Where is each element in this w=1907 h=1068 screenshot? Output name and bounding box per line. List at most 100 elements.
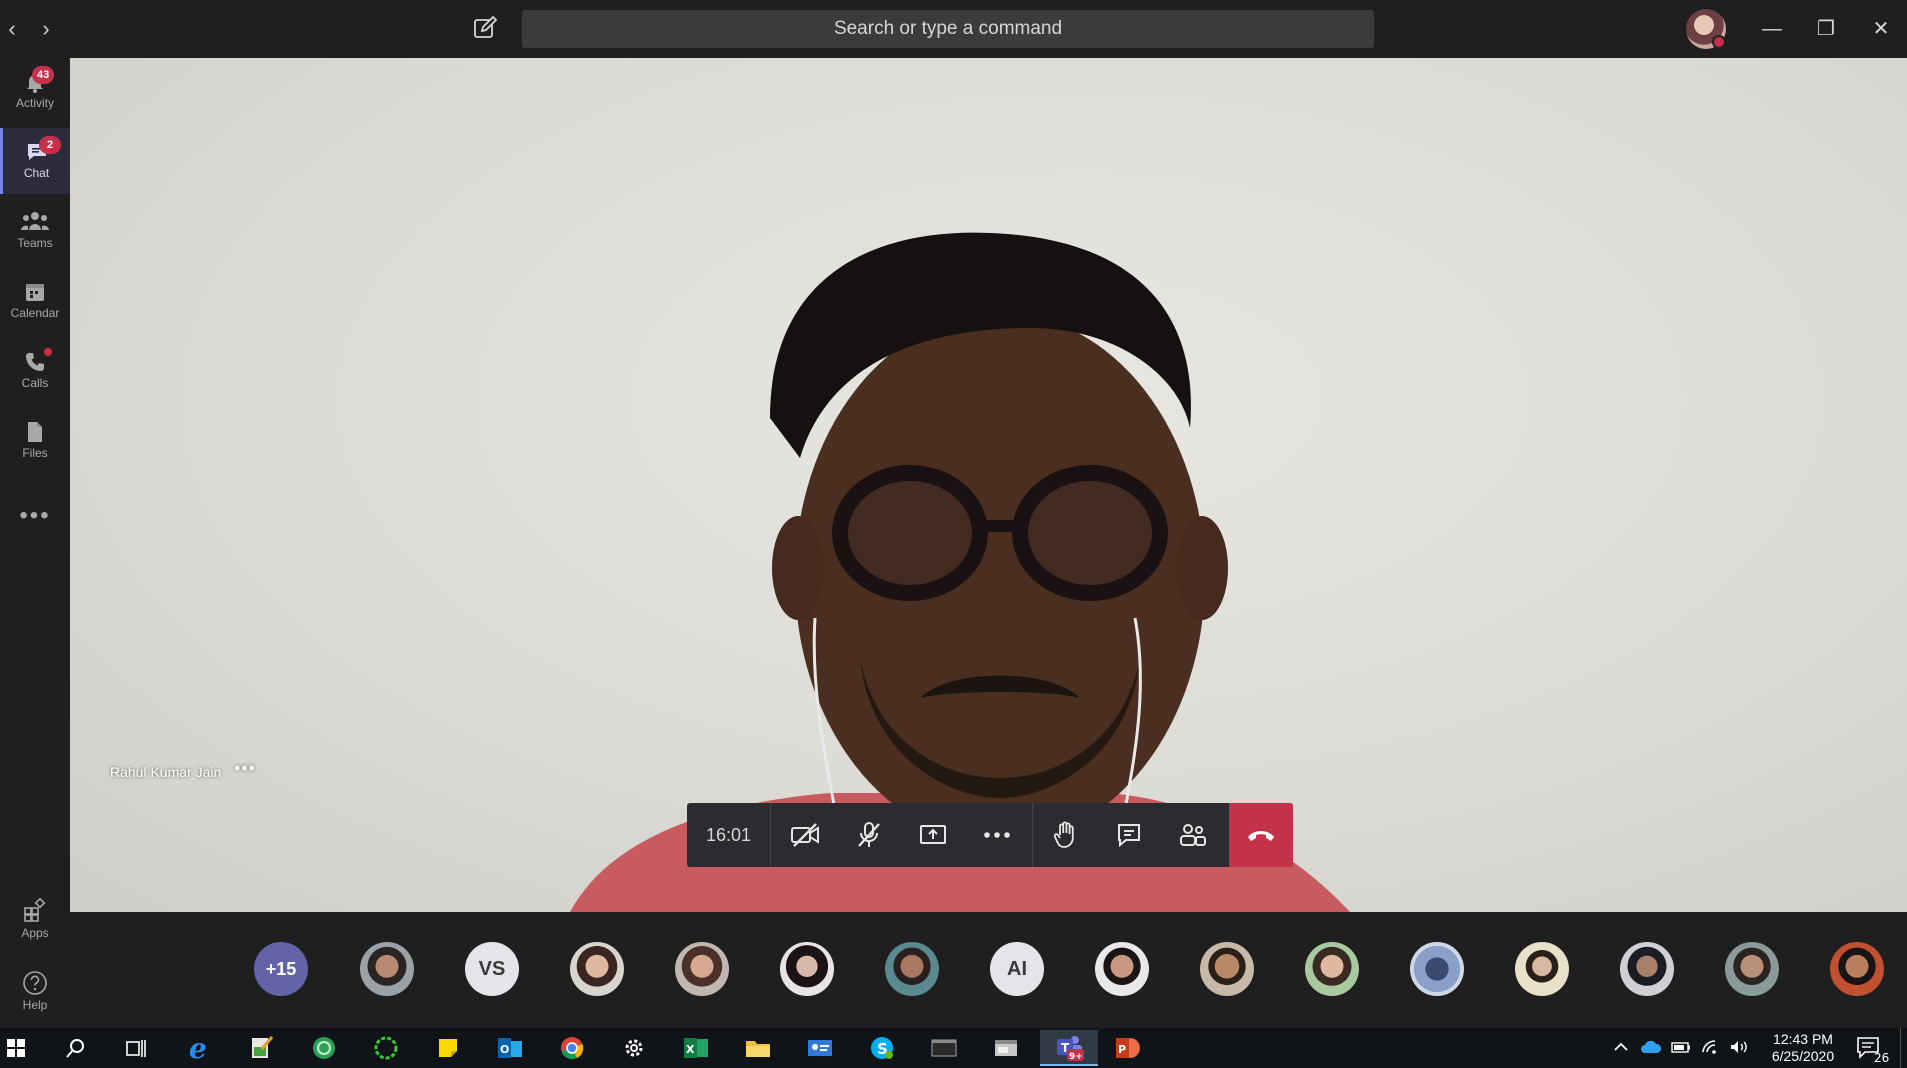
close-button[interactable]: ✕	[1861, 12, 1901, 46]
taskbar-skype[interactable]: S	[866, 1032, 898, 1064]
taskbar-app-paint[interactable]	[245, 1032, 277, 1064]
taskbar-settings[interactable]	[618, 1032, 650, 1064]
participant-avatar[interactable]	[675, 942, 729, 996]
mic-toggle-button[interactable]	[837, 803, 901, 867]
taskbar-app-green[interactable]	[308, 1032, 340, 1064]
chrome-icon	[561, 1037, 584, 1060]
rail-item-calls[interactable]: Calls	[0, 338, 70, 404]
participant-video	[570, 232, 1350, 912]
start-button[interactable]	[0, 1032, 32, 1064]
notification-count: 26	[1874, 1051, 1889, 1064]
sticky-notes-icon	[439, 1039, 457, 1057]
restore-button[interactable]: ❐	[1806, 12, 1846, 46]
participant-avatar[interactable]	[1095, 942, 1149, 996]
raise-hand-button[interactable]	[1033, 803, 1097, 867]
battery-tray-icon[interactable]	[1670, 1038, 1692, 1059]
svg-text:e: e	[189, 1034, 207, 1062]
participant-avatar[interactable]	[1200, 942, 1254, 996]
taskbar-edge-app[interactable]: e	[184, 1032, 216, 1064]
svg-text:P: P	[1118, 1043, 1126, 1056]
onedrive-tray-icon[interactable]	[1640, 1038, 1662, 1059]
taskbar-teams[interactable]: T 9+	[1040, 1030, 1098, 1066]
forward-button[interactable]: ›	[34, 14, 58, 44]
show-desktop-button[interactable]	[1900, 1028, 1907, 1068]
powerpoint-icon: P	[1116, 1038, 1140, 1058]
battery-icon	[1671, 1042, 1690, 1053]
rail-item-apps[interactable]: Apps	[0, 898, 70, 940]
rail-item-help[interactable]: Help	[0, 970, 70, 1012]
action-center-button[interactable]: 26	[1856, 1034, 1892, 1067]
camera-off-icon	[791, 823, 819, 847]
taskbar-excel[interactable]: X	[680, 1032, 712, 1064]
show-hidden-icons-button[interactable]	[1612, 1038, 1630, 1059]
taskbar-terminal[interactable]	[928, 1032, 960, 1064]
participant-avatar[interactable]	[570, 942, 624, 996]
participant-avatar[interactable]	[1515, 942, 1569, 996]
rail-item-label: Files	[22, 446, 48, 460]
participant-avatar[interactable]	[1410, 942, 1464, 996]
participant-avatar[interactable]: VS	[465, 942, 519, 996]
rail-item-calendar[interactable]: Calendar	[0, 268, 70, 334]
taskbar-app-ring[interactable]	[370, 1032, 402, 1064]
taskbar-outlook[interactable]: O	[494, 1032, 526, 1064]
new-chat-icon[interactable]	[472, 15, 498, 41]
taskbar-powerpoint[interactable]: P	[1112, 1032, 1144, 1064]
rail-item-activity[interactable]: 43 Activity	[0, 58, 70, 124]
outlook-icon: O	[498, 1038, 522, 1058]
speaker-icon	[1731, 1041, 1747, 1053]
rail-item-label: Activity	[15, 96, 54, 110]
app-icon	[313, 1037, 335, 1059]
rail-item-teams[interactable]: Teams	[0, 198, 70, 264]
minimize-button[interactable]: —	[1752, 12, 1792, 46]
participant-avatar[interactable]: AI	[990, 942, 1044, 996]
share-screen-button[interactable]	[901, 803, 965, 867]
participant-avatar[interactable]	[780, 942, 834, 996]
taskbar-app-window[interactable]	[990, 1032, 1022, 1064]
rail-item-files[interactable]: Files	[0, 408, 70, 474]
wifi-tray-icon[interactable]	[1700, 1038, 1722, 1059]
participant-avatar[interactable]	[885, 942, 939, 996]
show-participants-button[interactable]	[1161, 803, 1225, 867]
notification-icon: 26	[1857, 1037, 1889, 1065]
participant-avatar[interactable]	[1305, 942, 1359, 996]
folder-icon	[746, 1041, 770, 1057]
clock-date: 6/25/2020	[1771, 1048, 1835, 1064]
back-button[interactable]: ‹	[0, 14, 24, 44]
paint-icon	[252, 1036, 274, 1058]
windows-logo-icon	[7, 1039, 25, 1057]
taskbar-sticky-notes[interactable]	[432, 1032, 464, 1064]
more-actions-button[interactable]	[965, 803, 1029, 867]
cloud-icon	[1641, 1040, 1662, 1053]
more-apps-button[interactable]: •••	[0, 502, 70, 530]
taskbar-chrome[interactable]	[556, 1032, 588, 1064]
volume-tray-icon[interactable]	[1728, 1038, 1750, 1059]
taskbar-clock[interactable]: 12:43 PM 6/25/2020	[1758, 1031, 1848, 1065]
teams-app-icon: T9+	[1057, 1036, 1084, 1061]
participant-avatar[interactable]	[1725, 942, 1779, 996]
participant-avatar[interactable]	[1830, 942, 1884, 996]
more-actions-icon	[984, 832, 1010, 838]
rail-item-chat[interactable]: 2 Chat	[0, 128, 70, 194]
taskbar-search-button[interactable]	[60, 1032, 92, 1064]
participant-avatar[interactable]	[1620, 942, 1674, 996]
calls-notification-dot	[44, 348, 52, 356]
rail-item-label: Teams	[17, 236, 53, 250]
taskbar-file-explorer[interactable]	[742, 1032, 774, 1064]
chat-icon	[1118, 824, 1140, 848]
apps-icon	[24, 898, 46, 922]
ring-app-icon	[374, 1036, 398, 1060]
show-conversation-button[interactable]	[1097, 803, 1161, 867]
search-input[interactable]: Search or type a command	[522, 10, 1374, 48]
participant-avatar[interactable]	[360, 942, 414, 996]
camera-toggle-button[interactable]	[773, 803, 837, 867]
more-participants-button[interactable]: +15	[254, 942, 308, 996]
hang-up-icon	[1248, 831, 1274, 841]
task-view-icon	[126, 1040, 146, 1057]
hang-up-button[interactable]	[1229, 803, 1293, 867]
chevron-up-icon	[1614, 1042, 1628, 1051]
rail-item-label: Apps	[21, 926, 49, 940]
participant-more-button[interactable]: •••	[234, 758, 256, 779]
taskbar-app-contacts[interactable]	[804, 1032, 836, 1064]
rail-item-label: Help	[22, 998, 48, 1012]
task-view-button[interactable]	[120, 1032, 152, 1064]
